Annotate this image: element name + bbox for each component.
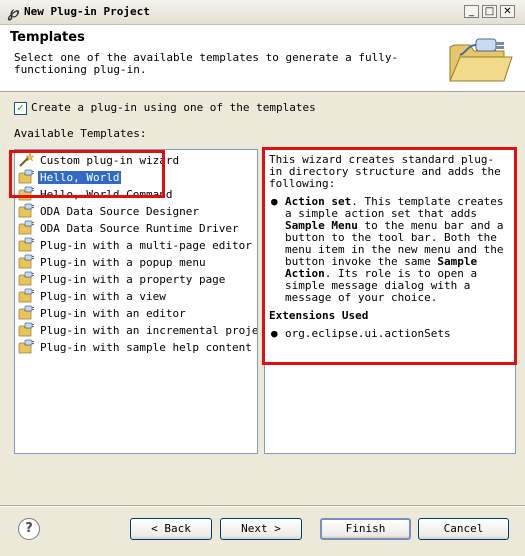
maximize-icon[interactable]: □	[482, 5, 497, 18]
template-label: ODA Data Source Designer	[40, 205, 199, 218]
highlight-box-templates	[9, 150, 165, 198]
page-title: Templates	[10, 30, 85, 45]
eclipse-plugin-icon: ℘	[7, 3, 19, 21]
next-button[interactable]: Next >	[220, 518, 302, 540]
page-description: Select one of the available templates to…	[14, 51, 399, 76]
plugin-icon	[18, 271, 34, 287]
template-label: Plug-in with a property page	[40, 273, 226, 286]
window-title: New Plug-in Project	[24, 5, 150, 18]
cancel-button[interactable]: Cancel	[418, 518, 509, 540]
folder-plug-icon	[449, 38, 513, 82]
plugin-icon	[18, 203, 34, 219]
create-from-template-label[interactable]: Create a plug-in using one of the templa…	[31, 101, 316, 114]
template-label: Plug-in with a multi-page editor	[40, 239, 252, 252]
plugin-icon	[18, 288, 34, 304]
template-label: Plug-in with an incremental project b	[40, 324, 258, 337]
template-label: Plug-in with a popup menu	[40, 256, 206, 269]
close-icon[interactable]: ✕	[500, 5, 515, 18]
back-button[interactable]: < Back	[130, 518, 212, 540]
plugin-icon	[18, 237, 34, 253]
highlight-box-description	[262, 147, 517, 365]
plugin-icon	[18, 254, 34, 270]
plugin-icon	[18, 305, 34, 321]
create-from-template-checkbox[interactable]: ✓	[14, 102, 27, 115]
minimize-icon[interactable]: _	[464, 5, 479, 18]
title-bar: ℘ New Plug-in Project _ □ ✕	[0, 0, 525, 25]
finish-button[interactable]: Finish	[320, 518, 411, 540]
available-templates-label: Available Templates:	[14, 127, 147, 140]
plugin-icon	[18, 339, 34, 355]
wizard-header: Templates Select one of the available te…	[0, 25, 525, 92]
help-button[interactable]: ?	[18, 518, 40, 540]
template-label: Plug-in with sample help content	[40, 341, 252, 354]
plugin-icon	[18, 322, 34, 338]
plugin-icon	[18, 220, 34, 236]
template-label: Plug-in with an editor	[40, 307, 186, 320]
button-bar-separator	[0, 505, 525, 507]
template-label: Plug-in with a view	[40, 290, 166, 303]
template-label: ODA Data Source Runtime Driver	[40, 222, 239, 235]
